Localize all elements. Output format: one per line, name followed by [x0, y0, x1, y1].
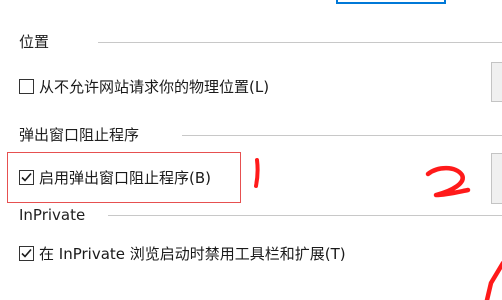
location-section-divider	[98, 42, 502, 43]
inprivate-section-divider	[108, 215, 502, 216]
annotation-arrow	[484, 260, 502, 300]
checkmark-icon	[21, 248, 32, 258]
inprivate-section-header: InPrivate	[0, 205, 502, 227]
inprivate-checkbox-row[interactable]: 在 InPrivate 浏览启动时禁用工具栏和扩展(T)	[19, 241, 346, 265]
popup-section-title: 弹出窗口阻止程序	[19, 126, 140, 144]
inprivate-section-title: InPrivate	[19, 206, 86, 224]
popup-checkbox[interactable]	[19, 169, 34, 185]
checkmark-icon	[21, 172, 32, 182]
annotation-marker-1	[254, 158, 260, 188]
location-checkbox-label: 从不允许网站请求你的物理位置(L)	[39, 77, 270, 96]
location-section-title: 位置	[19, 33, 50, 51]
popup-section-divider	[182, 135, 502, 136]
popup-settings-button[interactable]	[491, 153, 502, 204]
popup-checkbox-label: 启用弹出窗口阻止程序(B)	[39, 168, 211, 187]
location-side-button[interactable]	[491, 62, 502, 102]
inprivate-checkbox-label: 在 InPrivate 浏览启动时禁用工具栏和扩展(T)	[39, 244, 346, 263]
popup-section-header: 弹出窗口阻止程序	[0, 125, 502, 147]
location-checkbox[interactable]	[19, 78, 34, 94]
annotation-marker-2	[425, 165, 471, 198]
inprivate-checkbox[interactable]	[19, 245, 34, 261]
location-section-header: 位置	[0, 32, 502, 54]
popup-checkbox-row[interactable]: 启用弹出窗口阻止程序(B)	[19, 165, 211, 189]
location-checkbox-row[interactable]: 从不允许网站请求你的物理位置(L)	[19, 74, 269, 98]
top-button[interactable]	[336, 0, 446, 4]
